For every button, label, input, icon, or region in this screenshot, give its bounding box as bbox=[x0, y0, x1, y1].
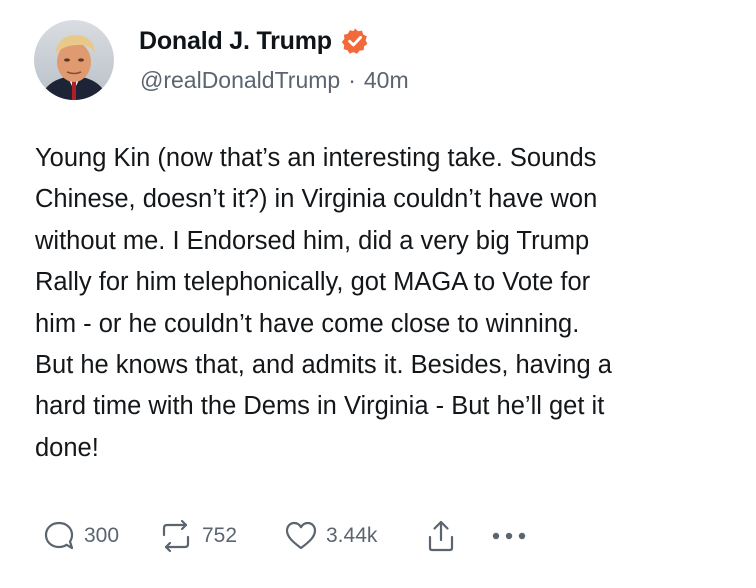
share-button[interactable] bbox=[426, 519, 488, 553]
repost-button[interactable]: 752 bbox=[158, 519, 284, 553]
repost-count: 752 bbox=[202, 524, 238, 547]
verified-badge-icon bbox=[341, 27, 369, 55]
like-button[interactable]: 3.44k bbox=[284, 520, 426, 552]
post-timestamp[interactable]: 40m bbox=[364, 67, 409, 94]
post-line: But he knows that, and admits it. Beside… bbox=[35, 351, 612, 380]
like-icon bbox=[285, 521, 317, 550]
post-line: hard time with the Dems in Virginia - Bu… bbox=[35, 392, 605, 421]
post-card: Donald J. Trump @realDonaldTrump · 40m Y… bbox=[0, 0, 756, 588]
more-icon bbox=[492, 532, 526, 540]
repost-icon bbox=[162, 519, 190, 553]
reply-icon bbox=[44, 521, 74, 550]
avatar-image bbox=[34, 20, 114, 100]
author-handle[interactable]: @realDonaldTrump bbox=[140, 67, 340, 94]
share-icon bbox=[428, 520, 454, 552]
like-count: 3.44k bbox=[326, 524, 378, 547]
post-line: done! bbox=[35, 433, 99, 462]
author-meta: @realDonaldTrump · 40m bbox=[140, 67, 409, 94]
reply-count: 300 bbox=[84, 524, 120, 547]
action-bar: 300 752 3.44k bbox=[42, 517, 530, 555]
more-button[interactable] bbox=[488, 519, 530, 553]
post-line: Rally for him telephonically, got MAGA t… bbox=[35, 268, 591, 297]
reply-button[interactable]: 300 bbox=[42, 519, 158, 553]
avatar[interactable] bbox=[34, 20, 114, 100]
post-line: Chinese, doesn’t it?) in Virginia couldn… bbox=[35, 185, 598, 214]
post-line: Young Kin (now that’s an interesting tak… bbox=[35, 144, 597, 172]
post-line: without me. I Endorsed him, did a very b… bbox=[35, 226, 590, 255]
post-line: him - or he couldn’t have come close to … bbox=[35, 309, 580, 338]
author-name-row: Donald J. Trump bbox=[139, 25, 369, 57]
meta-separator: · bbox=[348, 67, 356, 93]
author-display-name[interactable]: Donald J. Trump bbox=[139, 27, 332, 56]
post-body: Young Kin (now that’s an interesting tak… bbox=[35, 138, 740, 469]
